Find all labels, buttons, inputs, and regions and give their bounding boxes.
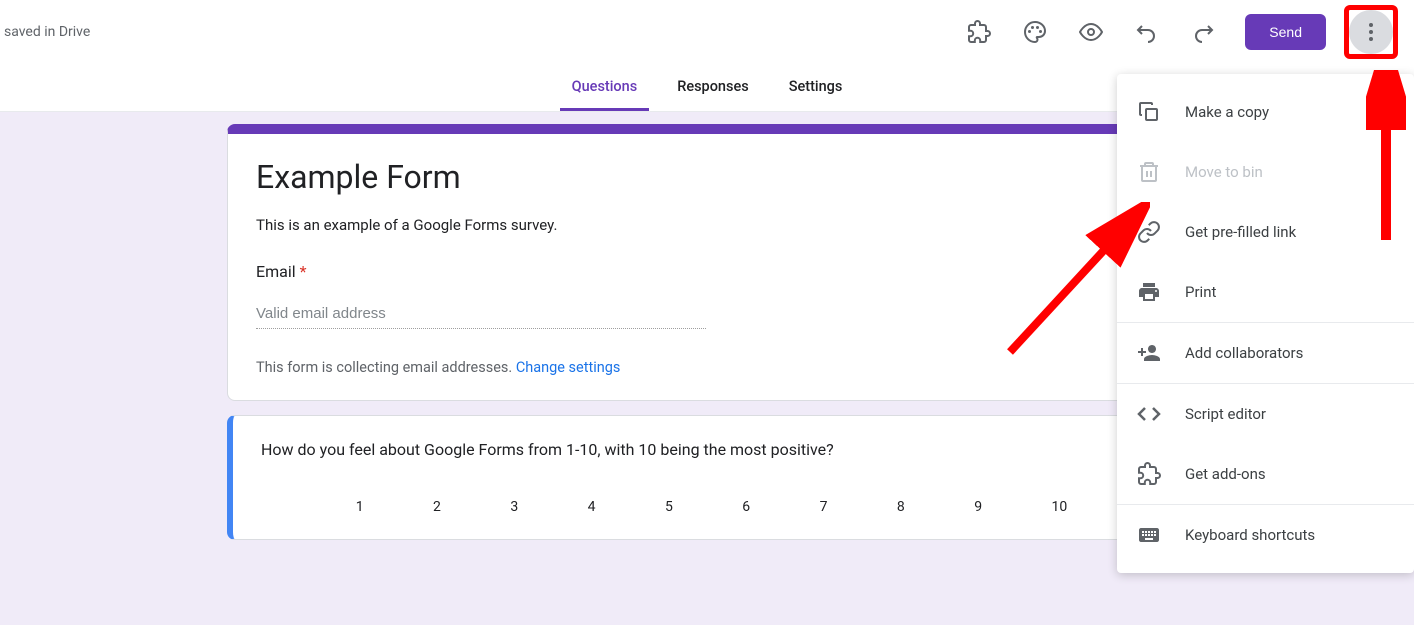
question-card[interactable]: How do you feel about Google Forms from … xyxy=(227,415,1187,540)
trash-icon xyxy=(1137,160,1161,184)
palette-icon xyxy=(1023,20,1047,44)
form-title: Example Form xyxy=(256,158,1162,196)
email-label: Email xyxy=(256,262,296,281)
more-button-highlight xyxy=(1344,5,1398,59)
puzzle-icon xyxy=(967,20,991,44)
menu-item-keyboard-shortcuts[interactable]: Keyboard shortcuts xyxy=(1117,505,1414,565)
scale-number: 3 xyxy=(510,499,518,515)
theme-button[interactable] xyxy=(1011,8,1059,56)
question-text: How do you feel about Google Forms from … xyxy=(261,440,1162,459)
scale-row: 1 2 3 4 5 6 7 8 9 10 xyxy=(261,499,1162,515)
menu-label: Get add-ons xyxy=(1185,465,1266,483)
save-status: saved in Drive xyxy=(4,24,90,40)
scale-number: 9 xyxy=(974,499,982,515)
menu-item-script-editor[interactable]: Script editor xyxy=(1117,384,1414,444)
menu-item-print[interactable]: Print xyxy=(1117,262,1414,322)
email-input[interactable] xyxy=(256,299,706,329)
required-marker: * xyxy=(300,262,307,281)
tab-responses[interactable]: Responses xyxy=(665,64,761,111)
menu-label: Keyboard shortcuts xyxy=(1185,526,1315,544)
redo-icon xyxy=(1191,20,1215,44)
menu-label: Move to bin xyxy=(1185,163,1263,181)
scale-number: 2 xyxy=(433,499,441,515)
eye-icon xyxy=(1079,20,1103,44)
puzzle-icon xyxy=(1137,462,1161,486)
send-button[interactable]: Send xyxy=(1245,14,1326,50)
collect-note-text: This form is collecting email addresses. xyxy=(256,359,516,376)
undo-icon xyxy=(1135,20,1159,44)
scale-number: 5 xyxy=(665,499,673,515)
undo-button[interactable] xyxy=(1123,8,1171,56)
menu-item-get-addons[interactable]: Get add-ons xyxy=(1117,444,1414,504)
menu-label: Print xyxy=(1185,283,1216,301)
tab-settings[interactable]: Settings xyxy=(777,64,855,111)
scale-number: 10 xyxy=(1052,499,1068,515)
code-icon xyxy=(1137,402,1161,426)
menu-label: Add collaborators xyxy=(1185,344,1303,362)
more-button[interactable] xyxy=(1349,10,1393,54)
annotation-arrow-diagonal xyxy=(1000,202,1150,362)
scale-number: 8 xyxy=(897,499,905,515)
menu-label: Get pre-filled link xyxy=(1185,223,1296,241)
tab-questions[interactable]: Questions xyxy=(560,64,650,111)
scale-number: 1 xyxy=(356,499,364,515)
keyboard-icon xyxy=(1137,523,1161,547)
annotation-arrow-down xyxy=(1366,70,1406,250)
menu-item-add-collaborators[interactable]: Add collaborators xyxy=(1117,323,1414,383)
addons-button[interactable] xyxy=(955,8,1003,56)
copy-icon xyxy=(1137,100,1161,124)
change-settings-link[interactable]: Change settings xyxy=(516,359,621,376)
scale-number: 7 xyxy=(820,499,828,515)
more-vert-icon xyxy=(1359,20,1383,44)
scale-number: 6 xyxy=(742,499,750,515)
menu-label: Script editor xyxy=(1185,405,1266,423)
redo-button[interactable] xyxy=(1179,8,1227,56)
preview-button[interactable] xyxy=(1067,8,1115,56)
menu-label: Make a copy xyxy=(1185,103,1269,121)
scale-number: 4 xyxy=(588,499,596,515)
